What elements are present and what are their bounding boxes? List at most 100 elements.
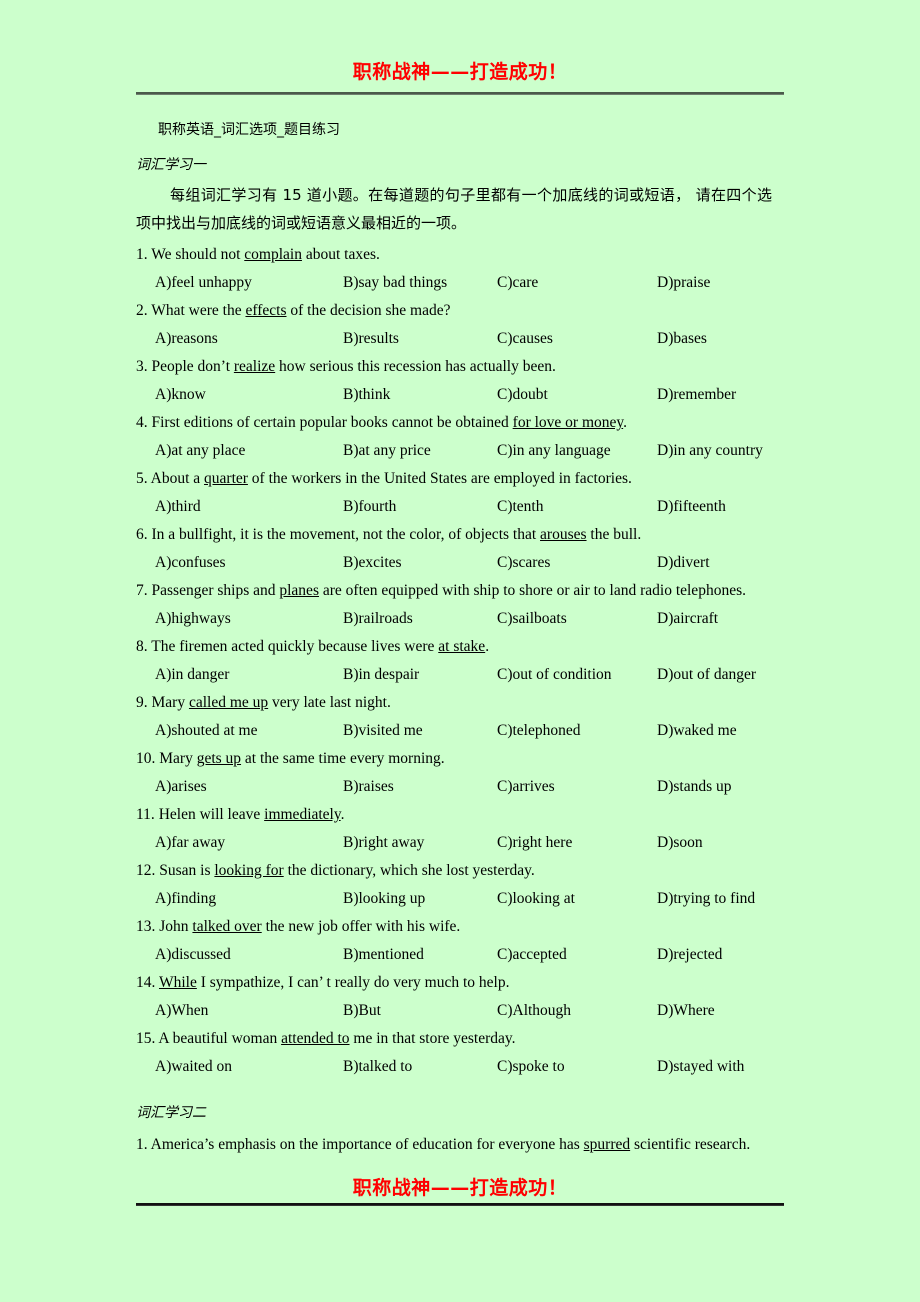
question-options: A)arises B)raises C)arrives D)stands up — [150, 773, 790, 801]
option-a[interactable]: A)waited on — [155, 1053, 232, 1081]
question-number: 7. — [136, 582, 148, 599]
question-stem: 4. First editions of certain popular boo… — [136, 409, 790, 437]
question-number: 12. — [136, 862, 156, 879]
question-stem: 11. Helen will leave immediately. — [136, 801, 790, 829]
option-a[interactable]: A)finding — [155, 885, 216, 913]
stem-keyword: spurred — [583, 1136, 631, 1153]
option-c[interactable]: C)arrives — [497, 773, 555, 801]
option-b[interactable]: B)think — [343, 381, 390, 409]
option-c[interactable]: C)spoke to — [497, 1053, 565, 1081]
question-number: 14. — [136, 974, 156, 991]
option-d[interactable]: D)divert — [657, 549, 710, 577]
question-number: 5. — [136, 470, 148, 487]
option-b[interactable]: B)mentioned — [343, 941, 424, 969]
header-banner: 职称战神——打造成功！ — [136, 60, 784, 84]
option-b[interactable]: B)results — [343, 325, 399, 353]
option-b[interactable]: B)talked to — [343, 1053, 412, 1081]
option-c[interactable]: C)doubt — [497, 381, 548, 409]
question-number: 8. — [136, 638, 148, 655]
question-options: A)third B)fourth C)tenth D)fifteenth — [150, 493, 790, 521]
option-d[interactable]: D)aircraft — [657, 605, 718, 633]
option-b[interactable]: B)right away — [343, 829, 424, 857]
question-options: A)know B)think C)doubt D)remember — [150, 381, 790, 409]
option-d[interactable]: D)rejected — [657, 941, 722, 969]
stem-keyword: immediately — [264, 806, 341, 823]
option-c[interactable]: C)looking at — [497, 885, 575, 913]
question-options: A)in danger B)in despair C)out of condit… — [150, 661, 790, 689]
option-d[interactable]: D)Where — [657, 997, 715, 1025]
stem-text-after: the bull. — [586, 526, 642, 543]
question-item: 10. Mary gets up at the same time every … — [136, 745, 790, 801]
option-d[interactable]: D)fifteenth — [657, 493, 726, 521]
option-b[interactable]: B)excites — [343, 549, 402, 577]
option-d[interactable]: D)praise — [657, 269, 710, 297]
option-b[interactable]: B)looking up — [343, 885, 425, 913]
option-d[interactable]: D)stands up — [657, 773, 731, 801]
option-a[interactable]: A)far away — [155, 829, 225, 857]
option-a[interactable]: A)feel unhappy — [155, 269, 252, 297]
option-c[interactable]: C)sailboats — [497, 605, 567, 633]
question-stem: 5. About a quarter of the workers in the… — [136, 465, 790, 493]
option-d[interactable]: D)remember — [657, 381, 736, 409]
option-c[interactable]: C)telephoned — [497, 717, 581, 745]
stem-text-before: People don’t — [147, 358, 234, 375]
option-a[interactable]: A)in danger — [155, 661, 229, 689]
option-b[interactable]: B)visited me — [343, 717, 423, 745]
option-a[interactable]: A)third — [155, 493, 201, 521]
option-a[interactable]: A)confuses — [155, 549, 226, 577]
option-d[interactable]: D)in any country — [657, 437, 763, 465]
option-a[interactable]: A)discussed — [155, 941, 231, 969]
question-number: 15. — [136, 1030, 156, 1047]
option-a[interactable]: A)highways — [155, 605, 231, 633]
option-a[interactable]: A)shouted at me — [155, 717, 257, 745]
stem-text-before: A beautiful woman — [155, 1030, 282, 1047]
option-b[interactable]: B)railroads — [343, 605, 413, 633]
option-c[interactable]: C)out of condition — [497, 661, 612, 689]
section-heading-two: 词汇学习二 — [136, 1105, 206, 1121]
stem-text-after: are often equipped with ship to shore or… — [318, 582, 746, 599]
question-stem: 14. While I sympathize, I can’ t really … — [136, 969, 790, 997]
option-a[interactable]: A)arises — [155, 773, 207, 801]
stem-text-after: how serious this recession has actually … — [275, 358, 556, 375]
stem-keyword: attended to — [281, 1030, 350, 1047]
option-d[interactable]: D)stayed with — [657, 1053, 744, 1081]
option-b[interactable]: B)fourth — [343, 493, 396, 521]
question-options: A)highways B)railroads C)sailboats D)air… — [150, 605, 790, 633]
option-c[interactable]: C)accepted — [497, 941, 567, 969]
option-b[interactable]: B)But — [343, 997, 381, 1025]
stem-keyword: talked over — [192, 918, 262, 935]
option-c[interactable]: C)right here — [497, 829, 572, 857]
question-stem: 10. Mary gets up at the same time every … — [136, 745, 790, 773]
option-a[interactable]: A)When — [155, 997, 208, 1025]
question-options: A)discussed B)mentioned C)accepted D)rej… — [150, 941, 790, 969]
footer-banner-text: 职称战神——打造成功！ — [352, 1177, 568, 1199]
option-a[interactable]: A)at any place — [155, 437, 245, 465]
option-b[interactable]: B)raises — [343, 773, 394, 801]
option-a[interactable]: A)reasons — [155, 325, 218, 353]
question-item: 8. The firemen acted quickly because liv… — [136, 633, 790, 689]
option-c[interactable]: C)scares — [497, 549, 550, 577]
question-options: A)far away B)right away C)right here D)s… — [150, 829, 790, 857]
option-b[interactable]: B)at any price — [343, 437, 431, 465]
option-c[interactable]: C)causes — [497, 325, 553, 353]
question-stem: 1. We should not complain about taxes. — [136, 241, 790, 269]
question-item: 1. We should not complain about taxes. A… — [136, 241, 790, 297]
option-c[interactable]: C)Although — [497, 997, 571, 1025]
option-b[interactable]: B)say bad things — [343, 269, 447, 297]
option-d[interactable]: D)soon — [657, 829, 703, 857]
option-a[interactable]: A)know — [155, 381, 206, 409]
option-b[interactable]: B)in despair — [343, 661, 419, 689]
option-d[interactable]: D)trying to find — [657, 885, 755, 913]
question-number: 9. — [136, 694, 148, 711]
option-c[interactable]: C)care — [497, 269, 538, 297]
stem-text-after: of the decision she made? — [286, 302, 451, 319]
option-c[interactable]: C)in any language — [497, 437, 611, 465]
option-d[interactable]: D)bases — [657, 325, 707, 353]
stem-text-before: Mary — [147, 694, 189, 711]
option-d[interactable]: D)waked me — [657, 717, 737, 745]
stem-text-before: Susan is — [155, 862, 215, 879]
option-d[interactable]: D)out of danger — [657, 661, 756, 689]
option-c[interactable]: C)tenth — [497, 493, 544, 521]
stem-text-before: Mary — [155, 750, 197, 767]
stem-text-after: scientific research. — [630, 1136, 751, 1153]
